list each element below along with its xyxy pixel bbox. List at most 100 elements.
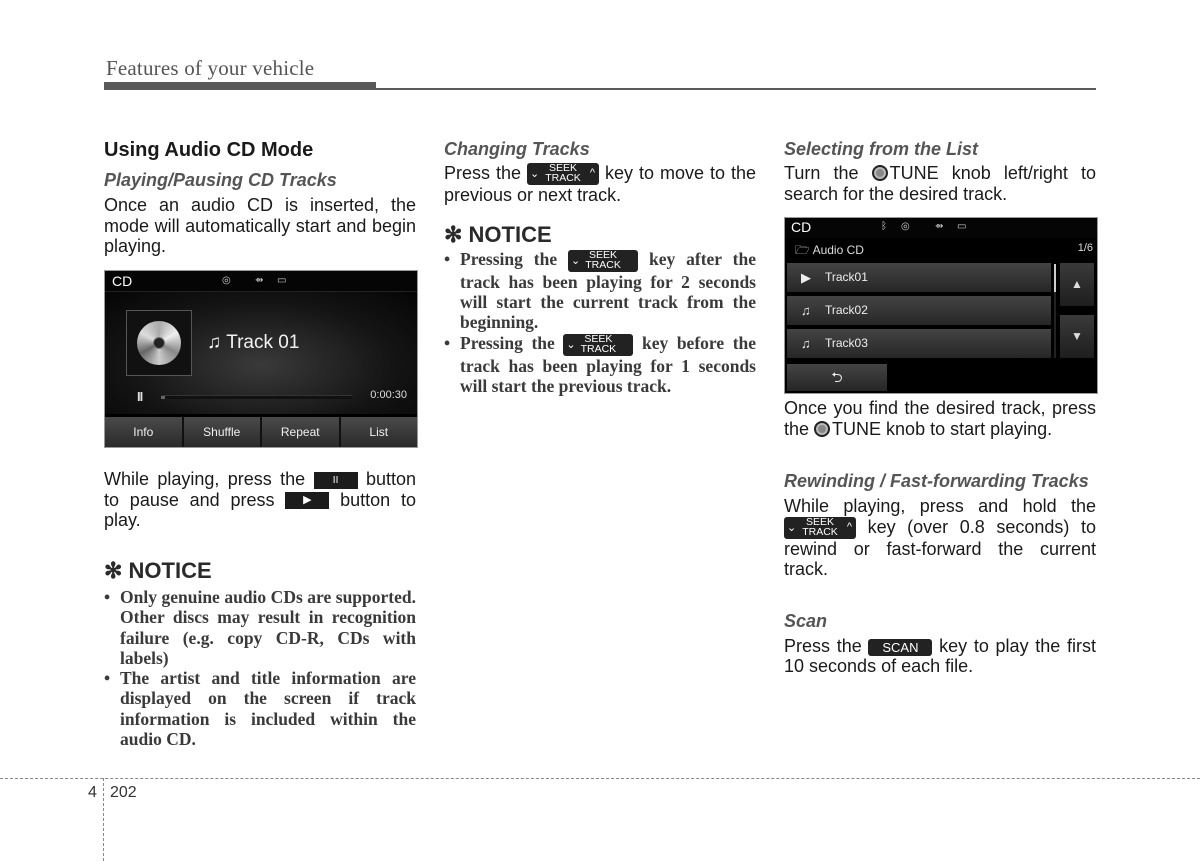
text-fragment: Pressing the xyxy=(460,248,558,269)
seek-track-key-icon: ⌄ SEEK TRACK ^ xyxy=(527,163,599,186)
text-fragment: Pressing the xyxy=(460,332,555,353)
header-rule xyxy=(376,88,1096,90)
found-track-paragraph: Once you find the desired track, press t… xyxy=(784,398,1096,439)
subheading-scan: Scan xyxy=(784,610,828,631)
music-note-icon: ♫ xyxy=(801,336,811,351)
page-number: 202 xyxy=(110,784,137,801)
album-art xyxy=(126,310,192,376)
chevron-up-icon: ^ xyxy=(846,520,852,533)
notice-item: Only genuine audio CDs are supported. Ot… xyxy=(104,587,416,668)
pause-play-paragraph: While playing, press the II button to pa… xyxy=(104,469,416,531)
notice-title: ✻ NOTICE xyxy=(444,221,552,247)
aux-icon: ▭ xyxy=(277,275,287,286)
track-list-item[interactable]: ♫ Track03 xyxy=(787,329,1051,358)
scroll-up-button[interactable]: ▲ xyxy=(1060,263,1094,306)
list-scrollbar[interactable] xyxy=(1054,264,1056,358)
track-label: TRACK xyxy=(802,525,838,538)
notice-item: Pressing the ⌄ SEEK TRACK key after the … xyxy=(444,249,756,333)
text-fragment: While playing, press and hold the xyxy=(784,496,1096,516)
track-list-item[interactable]: ♫ Track02 xyxy=(787,296,1051,325)
play-circle-icon: ▶ xyxy=(801,270,811,285)
pause-button[interactable]: II xyxy=(137,389,143,404)
progress-fill xyxy=(161,396,165,399)
shuffle-button[interactable]: Shuffle xyxy=(183,417,260,447)
info-button[interactable]: Info xyxy=(105,417,182,447)
track-label: TRACK xyxy=(580,342,617,355)
header-bar xyxy=(104,82,376,90)
cd-disc-icon xyxy=(137,321,181,365)
track-title-text: Track 01 xyxy=(226,332,300,353)
source-label: CD xyxy=(112,273,133,289)
usb-icon: ⇴ xyxy=(255,275,264,286)
disc-icon: ◎ xyxy=(901,221,910,232)
pause-key-icon: II xyxy=(313,471,358,489)
usb-icon: ⇴ xyxy=(935,221,944,232)
text-fragment: TUNE knob to start playing. xyxy=(832,418,1053,439)
bluetooth-icon: ᛒ xyxy=(881,221,887,232)
changing-tracks-paragraph: Press the ⌄ SEEK TRACK ^ key to move to … xyxy=(444,163,756,206)
text-fragment: Press the xyxy=(444,163,522,183)
subheading-changing-tracks: Changing Tracks xyxy=(444,139,590,159)
pause-play-instructions: While playing, press the II button to pa… xyxy=(104,469,416,531)
track-list-item[interactable]: ▶ Track01 xyxy=(787,263,1051,292)
music-note-icon: ♫ xyxy=(207,332,222,353)
play-key-icon: ▶ xyxy=(285,492,330,510)
progress-bar[interactable] xyxy=(161,395,353,399)
footer-rule xyxy=(0,778,1200,779)
notice-list: Only genuine audio CDs are supported. Ot… xyxy=(104,587,416,749)
chapter-number: 4 xyxy=(88,784,97,801)
tune-knob-icon xyxy=(871,165,888,181)
column-3-lower: Once you find the desired track, press t… xyxy=(784,398,1096,677)
page-indicator: 1/6 xyxy=(1077,242,1093,254)
folder-name: Audio CD xyxy=(812,243,864,257)
notice-title: ✻ NOTICE xyxy=(104,558,212,583)
subheading-selecting-list: Selecting from the List xyxy=(784,139,979,159)
footer-divider xyxy=(103,778,104,861)
track-label: TRACK xyxy=(545,172,581,185)
scan-paragraph: Press the SCAN key to play the first 10 … xyxy=(784,636,1096,677)
folder-icon: 🗁 xyxy=(795,243,810,257)
seek-track-key-icon: ⌄ SEEK TRACK xyxy=(563,333,634,356)
music-note-icon: ♫ xyxy=(801,303,811,318)
subheading-rewind: Rewinding / Fast-forwarding Tracks xyxy=(784,471,1089,491)
selecting-paragraph: Turn the TUNE knob left/right to search … xyxy=(784,163,1096,204)
now-playing-title: ♫ Track 01 xyxy=(207,332,299,354)
aux-icon: ▭ xyxy=(957,221,967,232)
track-label: Track02 xyxy=(825,303,868,317)
chevron-up-icon: ^ xyxy=(589,167,595,180)
now-playing-area: ♫ Track 01 II 0:00:30 xyxy=(105,292,417,414)
cd-list-screen: CD ᛒ ◎ ⇴ ▭ 🗁 Audio CD 1/6 ▶ Track01 ♫ Tr… xyxy=(784,217,1098,394)
text-fragment: While playing, press the xyxy=(104,469,306,489)
back-arrow-icon: ⮌ xyxy=(831,369,843,385)
softkey-bar: Info Shuffle Repeat List xyxy=(105,417,417,447)
folder-path: 🗁 Audio CD xyxy=(795,241,864,262)
source-label: CD xyxy=(791,219,812,235)
column-3: Selecting from the List Turn the TUNE kn… xyxy=(784,138,1096,204)
notice-list: Pressing the ⌄ SEEK TRACK key after the … xyxy=(444,249,756,396)
elapsed-time: 0:00:30 xyxy=(370,389,407,401)
track-label: TRACK xyxy=(585,258,621,271)
seek-track-key-icon: ⌄ SEEK TRACK ^ xyxy=(784,517,856,539)
rewind-paragraph: While playing, press and hold the ⌄ SEEK… xyxy=(784,496,1096,580)
screen-status-bar: CD ᛒ ◎ ⇴ ▭ xyxy=(785,218,1097,238)
notice-item: Pressing the ⌄ SEEK TRACK key before the… xyxy=(444,333,756,397)
scrollbar-thumb[interactable] xyxy=(1054,264,1056,292)
track-label: Track03 xyxy=(825,336,868,350)
scan-key-icon: SCAN xyxy=(868,638,933,656)
list-button[interactable]: List xyxy=(340,417,417,447)
scroll-down-button[interactable]: ▼ xyxy=(1060,315,1094,358)
seek-track-key-icon: ⌄ SEEK TRACK xyxy=(568,249,639,272)
cd-playing-screen: CD ◎ ⇴ ▭ ♫ Track 01 II 0:00:30 Info Shuf… xyxy=(104,270,418,448)
intro-paragraph: Once an audio CD is inserted, the mode w… xyxy=(104,195,416,256)
notice-block-1: ✻ NOTICE Only genuine audio CDs are supp… xyxy=(104,558,416,749)
section-title: Using Audio CD Mode xyxy=(104,139,314,161)
tune-knob-icon xyxy=(814,420,831,437)
screen-status-bar: CD ◎ ⇴ ▭ xyxy=(105,271,417,292)
track-label: Track01 xyxy=(825,270,868,284)
back-button[interactable]: ⮌ xyxy=(787,364,887,391)
text-fragment: Press the xyxy=(784,635,862,656)
repeat-button[interactable]: Repeat xyxy=(262,417,339,447)
text-fragment: Turn the xyxy=(784,163,859,183)
header-title: Features of your vehicle xyxy=(106,56,315,80)
column-2: Changing Tracks Press the ⌄ SEEK TRACK ^… xyxy=(444,138,756,396)
